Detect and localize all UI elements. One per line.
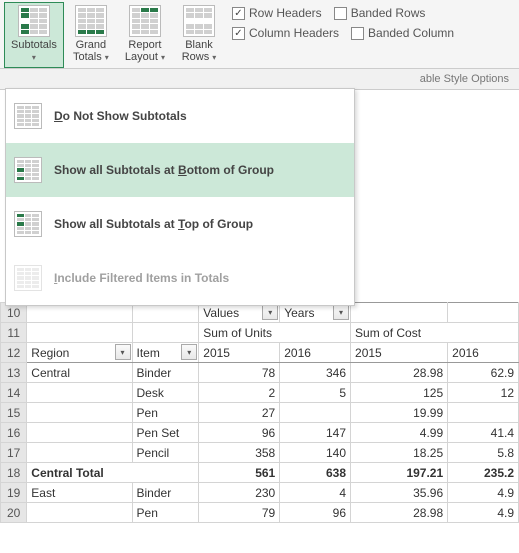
menu-icon (14, 157, 42, 183)
row-header[interactable]: 18 (1, 463, 27, 483)
years-field: Years (284, 306, 314, 320)
values-field: Values (203, 306, 239, 320)
dropdown-caret-icon: ▾ (105, 53, 109, 62)
row-header[interactable]: 20 (1, 503, 27, 523)
banded-rows-label: Banded Rows (351, 6, 426, 20)
table-row[interactable]: 12 Region ▾ Item ▾ 2015 2016 2015 2016 (1, 343, 519, 363)
banded-columns-label: Banded Column (368, 26, 454, 40)
table-row[interactable]: 14 Desk 2 5 125 12 (1, 383, 519, 403)
column-headers-checkbox[interactable]: ✓ Column Headers (232, 26, 339, 40)
subtotals-button[interactable]: Subtotals ▾ (4, 2, 64, 68)
year-header[interactable]: 2015 (199, 343, 280, 363)
checkbox-icon (351, 27, 364, 40)
sum-units-header[interactable]: Sum of Units (199, 323, 351, 343)
table-row[interactable]: 20 Pen 79 96 28.98 4.9 (1, 503, 519, 523)
style-options-group: ✓ Row Headers Banded Rows ✓ Column Headers… (226, 2, 460, 68)
row-header[interactable]: 17 (1, 443, 27, 463)
layout-group: Subtotals▾ GrandTotals ▾ ReportLayout ▾ … (4, 2, 226, 68)
table-row[interactable]: 17 Pencil 358 140 18.25 5.8 (1, 443, 519, 463)
menu-icon (14, 103, 42, 129)
blank-rows-button[interactable]: BlankRows ▾ (172, 2, 226, 68)
checkbox-icon: ✓ (232, 27, 245, 40)
style-options-label: able Style Options (420, 73, 509, 85)
ribbon-toolbar: Subtotals▾ GrandTotals ▾ ReportLayout ▾ … (0, 0, 519, 69)
filter-icon (14, 265, 42, 291)
row-header[interactable]: 14 (1, 383, 27, 403)
year-header[interactable]: 2016 (280, 343, 351, 363)
grand-totals-label-1: Grand (76, 39, 107, 51)
dropdown-caret-icon: ▾ (212, 53, 216, 62)
subtotals-label: Subtotals (11, 39, 57, 51)
row-header[interactable]: 11 (1, 323, 27, 343)
row-header[interactable]: 15 (1, 403, 27, 423)
field-dropdown-icon[interactable]: ▾ (181, 344, 197, 360)
field-dropdown-icon[interactable]: ▾ (333, 304, 349, 320)
blank-rows-label-1: Blank (185, 39, 213, 51)
field-dropdown-icon[interactable]: ▾ (262, 304, 278, 320)
checkbox-icon (334, 7, 347, 20)
menu-include-filtered: Include Filtered Items in Totals (6, 251, 354, 305)
banded-columns-checkbox[interactable]: Banded Column (351, 26, 454, 40)
blank-rows-icon (183, 5, 215, 37)
grand-totals-icon (75, 5, 107, 37)
row-header[interactable]: 13 (1, 363, 27, 383)
row-header[interactable]: 12 (1, 343, 27, 363)
dropdown-caret-icon: ▾ (161, 53, 165, 62)
grand-totals-label-2: Totals (73, 51, 102, 63)
region-field: Region (31, 346, 69, 360)
year-header[interactable]: 2015 (351, 343, 448, 363)
report-layout-button[interactable]: ReportLayout ▾ (118, 2, 172, 68)
banded-rows-checkbox[interactable]: Banded Rows (334, 6, 426, 20)
blank-rows-label-2: Rows (182, 51, 210, 63)
sum-cost-header[interactable]: Sum of Cost (351, 323, 519, 343)
field-dropdown-icon[interactable]: ▾ (115, 344, 131, 360)
table-row-subtotal[interactable]: 18 Central Total 561 638 197.21 235.2 (1, 463, 519, 483)
pivot-table[interactable]: 10 Values▾ Years▾ 11 Sum of Units Sum of… (0, 302, 519, 523)
report-layout-label-1: Report (128, 39, 161, 51)
row-headers-checkbox[interactable]: ✓ Row Headers (232, 6, 322, 20)
menu-do-not-show-subtotals[interactable]: Do Not Show Subtotals (6, 89, 354, 143)
table-row[interactable]: 15 Pen 27 19.99 (1, 403, 519, 423)
checkbox-icon: ✓ (232, 7, 245, 20)
table-row[interactable]: 16 Pen Set 96 147 4.99 41.4 (1, 423, 519, 443)
table-row[interactable]: 19 East Binder 230 4 35.96 4.9 (1, 483, 519, 503)
table-row[interactable]: 11 Sum of Units Sum of Cost (1, 323, 519, 343)
item-field: Item (137, 346, 160, 360)
row-headers-label: Row Headers (249, 6, 322, 20)
table-row[interactable]: 13 Central Binder 78 346 28.98 62.9 (1, 363, 519, 383)
menu-show-subtotals-top[interactable]: Show all Subtotals at Top of Group (6, 197, 354, 251)
row-header[interactable]: 16 (1, 423, 27, 443)
column-headers-label: Column Headers (249, 26, 339, 40)
subtotals-dropdown: Do Not Show Subtotals Show all Subtotals… (5, 88, 355, 306)
year-header[interactable]: 2016 (448, 343, 519, 363)
menu-icon (14, 211, 42, 237)
grand-totals-button[interactable]: GrandTotals ▾ (64, 2, 118, 68)
menu-show-subtotals-bottom[interactable]: Show all Subtotals at Bottom of Group (6, 143, 354, 197)
row-header[interactable]: 19 (1, 483, 27, 503)
report-layout-label-2: Layout (125, 51, 158, 63)
report-layout-icon (129, 5, 161, 37)
subtotals-icon (18, 5, 50, 37)
dropdown-caret-icon: ▾ (32, 53, 36, 62)
